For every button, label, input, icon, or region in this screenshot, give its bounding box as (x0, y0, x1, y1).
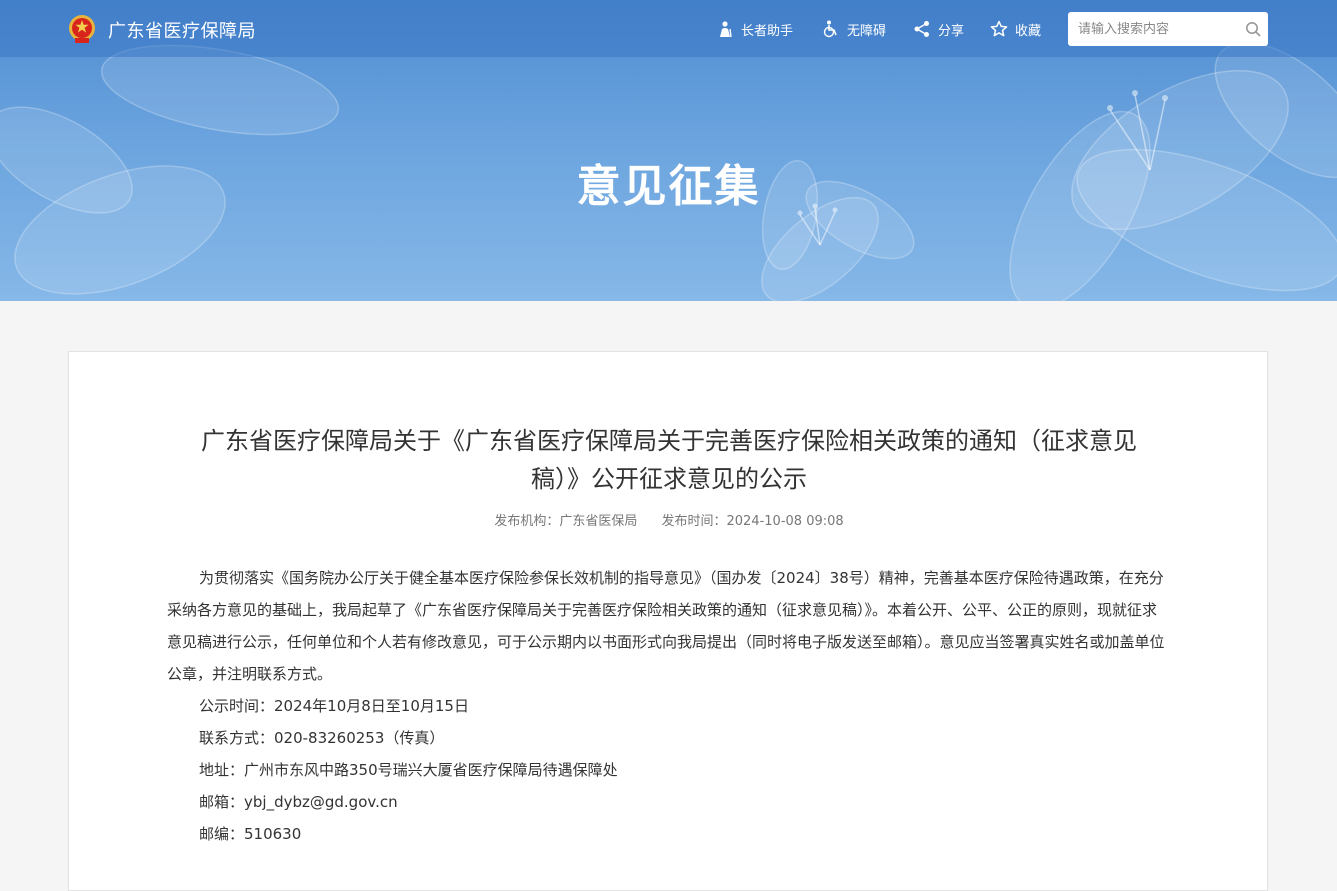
favorite-label: 收藏 (1015, 23, 1042, 39)
national-emblem-icon[interactable] (68, 14, 96, 44)
accessibility-label: 无障碍 (847, 23, 887, 39)
search-button[interactable] (1238, 13, 1268, 45)
share-label: 分享 (938, 23, 965, 39)
top-navigation-bar: 广东省医疗保障局 长者助手 无障碍 分享 收藏 请输入搜索内容 (0, 0, 1337, 57)
postcode-info: 邮编：510630 (199, 825, 302, 843)
article-title-line-2: 稿）》公开征求意见的公示 (531, 465, 807, 493)
notice-period: 公示时间：2024年10月8日至10月15日 (199, 697, 469, 715)
banner-title: 意见征集 (576, 161, 761, 212)
publish-time-value: 2024-10-08 09:08 (726, 514, 844, 529)
publish-time-label: 发布时间： (661, 514, 727, 529)
article-title: 广东省医疗保障局关于《广东省医疗保障局关于完善医疗保险相关政策的通知（征求意见 … (199, 422, 1139, 498)
search-input[interactable] (1068, 13, 1238, 45)
article-meta: 发布机构：广东省医保局 发布时间：2024-10-08 09:08 (69, 510, 1269, 529)
accessibility-button[interactable]: 无障碍 (822, 19, 886, 39)
article-paragraph: 为贯彻落实《国务院办公厅关于健全基本医疗保险参保长效机制的指导意见》（国办发〔2… (167, 569, 1165, 683)
publisher-info: 发布机构：广东省医保局 (494, 514, 637, 529)
share-icon (914, 21, 929, 37)
contact-info: 联系方式：020-83260253（传真） (199, 729, 445, 747)
publisher-value: 广东省医保局 (559, 514, 638, 529)
email-info: 邮箱：ybj_dybz@gd.gov.cn (199, 793, 398, 811)
article-body: 为贯彻落实《国务院办公厅关于健全基本医疗保险参保长效机制的指导意见》（国办发〔2… (167, 562, 1171, 850)
banner: 广东省医疗保障局 长者助手 无障碍 分享 收藏 请输入搜索内容 意见征集 (0, 0, 1337, 301)
article-card: 广东省医疗保障局关于《广东省医疗保障局关于完善医疗保险相关政策的通知（征求意见 … (68, 351, 1268, 891)
article-title-line-1: 广东省医疗保障局关于《广东省医疗保障局关于完善医疗保险相关政策的通知（征求意见 (201, 427, 1137, 455)
publisher-label: 发布机构： (494, 514, 560, 529)
elder-assistant-label: 长者助手 (741, 23, 794, 39)
star-icon (990, 20, 1008, 37)
elder-person-icon (720, 21, 732, 38)
site-name[interactable]: 广东省医疗保障局 (108, 17, 256, 43)
wheelchair-icon (823, 20, 837, 38)
search-icon (1246, 22, 1261, 37)
address-info: 地址：广州市东风中路350号瑞兴大厦省医疗保障局待遇保障处 (199, 761, 618, 779)
favorite-button[interactable]: 收藏 (990, 19, 1041, 39)
elder-assistant-button[interactable]: 长者助手 (716, 19, 793, 39)
publish-time-info: 发布时间：2024-10-08 09:08 (662, 514, 844, 529)
search-box (1068, 12, 1268, 46)
share-button[interactable]: 分享 (913, 19, 964, 39)
